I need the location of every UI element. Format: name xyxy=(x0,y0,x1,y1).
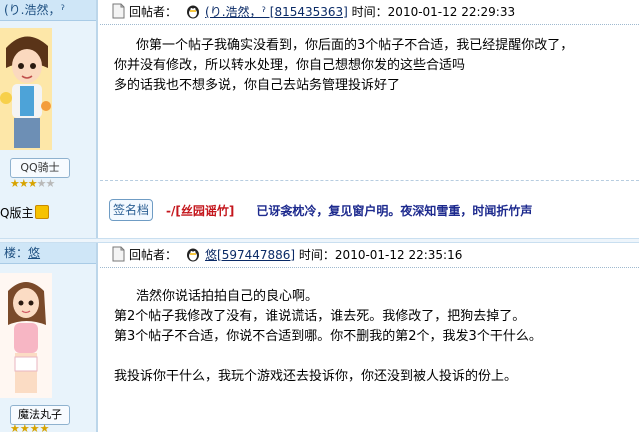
signature-button[interactable]: 签名档 xyxy=(109,199,153,221)
star-icon: ★ xyxy=(10,177,20,190)
post-content: 浩然你说话拍拍自己的良心啊。 第2个帖子我修改了没有，谁说谎话，谁去死。我修改了… xyxy=(114,287,629,387)
qq-penguin-icon xyxy=(187,5,200,19)
user-avatar[interactable] xyxy=(0,28,52,150)
content-line-blank xyxy=(114,347,629,367)
post-body: 回帖者： 悠[597447886] 时间：2010-01-12 22:35:16 … xyxy=(100,243,639,432)
post-header: 回帖者： (り.浩然，ˀ [815435363] 时间：2010-01-12 22… xyxy=(100,0,639,25)
content-line: 第3个帖子不合适，你说不合适到哪。你不删我的第2个，我发3个干什么。 xyxy=(114,329,542,344)
user-name[interactable]: (り.浩然，ˀ xyxy=(4,3,65,17)
moderator-badge-icon xyxy=(35,205,50,219)
content-line: 你并没有修改，所以转水处理，你自己想想你发的这些合适吗 xyxy=(114,58,466,73)
post-time: 时间：2010-01-12 22:29:33 xyxy=(351,5,516,19)
signature-author: -/[丝园谣竹] xyxy=(166,204,235,218)
post-time: 时间：2010-01-12 22:35:16 xyxy=(298,248,463,262)
poster-label: 回帖者： xyxy=(129,5,178,19)
poster-label: 回帖者： xyxy=(129,248,178,262)
user-avatar[interactable] xyxy=(0,273,52,398)
star-icon: ★★★★ xyxy=(10,422,50,435)
user-name-header[interactable]: 楼：悠 xyxy=(0,243,96,264)
user-rank-badge: QQ骑士 xyxy=(10,158,70,178)
qq-penguin-icon xyxy=(187,248,200,262)
moderator-label: Q版主 xyxy=(0,206,34,220)
user-panel: (り.浩然，ˀ QQ骑士 ★★★★★ Q版主 xyxy=(0,0,98,238)
user-name-link[interactable]: 悠 xyxy=(28,246,40,260)
star-icon: ★ xyxy=(45,177,56,190)
post-1: (り.浩然，ˀ QQ骑士 ★★★★★ Q版主 回帖者： (り.浩然，ˀ [8154… xyxy=(0,0,639,238)
post-header: 回帖者： 悠[597447886] 时间：2010-01-12 22:35:16 xyxy=(100,243,639,268)
content-line: 第2个帖子我修改了没有，谁说谎话，谁去死。我修改了，把狗去掉了。 xyxy=(114,309,526,324)
floor-label: 楼： xyxy=(4,246,29,260)
poster-name-link[interactable]: 悠[597447886] xyxy=(205,248,295,262)
star-icon: ★ xyxy=(18,177,29,190)
document-icon xyxy=(112,3,125,19)
signature-area: 签名档 -/[丝园谣竹] 已讶衾枕冷，复见窗户明。夜深知雪重，时闻折竹声 xyxy=(100,180,639,239)
poster-name-link[interactable]: (り.浩然，ˀ [815435363] xyxy=(205,5,348,19)
star-icon: ★ xyxy=(36,177,47,190)
signature-text: -/[丝园谣竹] 已讶衾枕冷，复见窗户明。夜深知雪重，时闻折竹声 xyxy=(166,202,532,219)
user-panel: 楼：悠 魔法丸子 ★★★★ xyxy=(0,243,98,435)
user-name-header[interactable]: (り.浩然，ˀ xyxy=(0,0,96,21)
content-line: 浩然你说话拍拍自己的良心啊。 xyxy=(136,289,319,304)
content-line: 你第一个帖子我确实没看到，你后面的3个帖子不合适，我已经提醒你改了， xyxy=(136,38,574,53)
user-level-stars: ★★★★★ xyxy=(10,177,56,190)
signature-poem: 已讶衾枕冷，复见窗户明。夜深知雪重，时闻折竹声 xyxy=(256,204,533,218)
content-line: 多的话我也不想多说，你自己去站务管理投诉好了 xyxy=(114,78,401,93)
document-icon xyxy=(112,246,125,262)
post-2: 楼：悠 魔法丸子 ★★★★ 回帖者： 悠[597447886] 时间：2010-0… xyxy=(0,243,639,435)
star-icon: ★ xyxy=(27,177,38,190)
post-content: 你第一个帖子我确实没看到，你后面的3个帖子不合适，我已经提醒你改了， 你并没有修… xyxy=(114,36,629,96)
content-line: 我投诉你干什么，我玩个游戏还去投诉你，你还没到被人投诉的份上。 xyxy=(114,369,518,384)
post-body: 回帖者： (り.浩然，ˀ [815435363] 时间：2010-01-12 22… xyxy=(100,0,639,238)
moderator-title: Q版主 xyxy=(0,204,50,221)
